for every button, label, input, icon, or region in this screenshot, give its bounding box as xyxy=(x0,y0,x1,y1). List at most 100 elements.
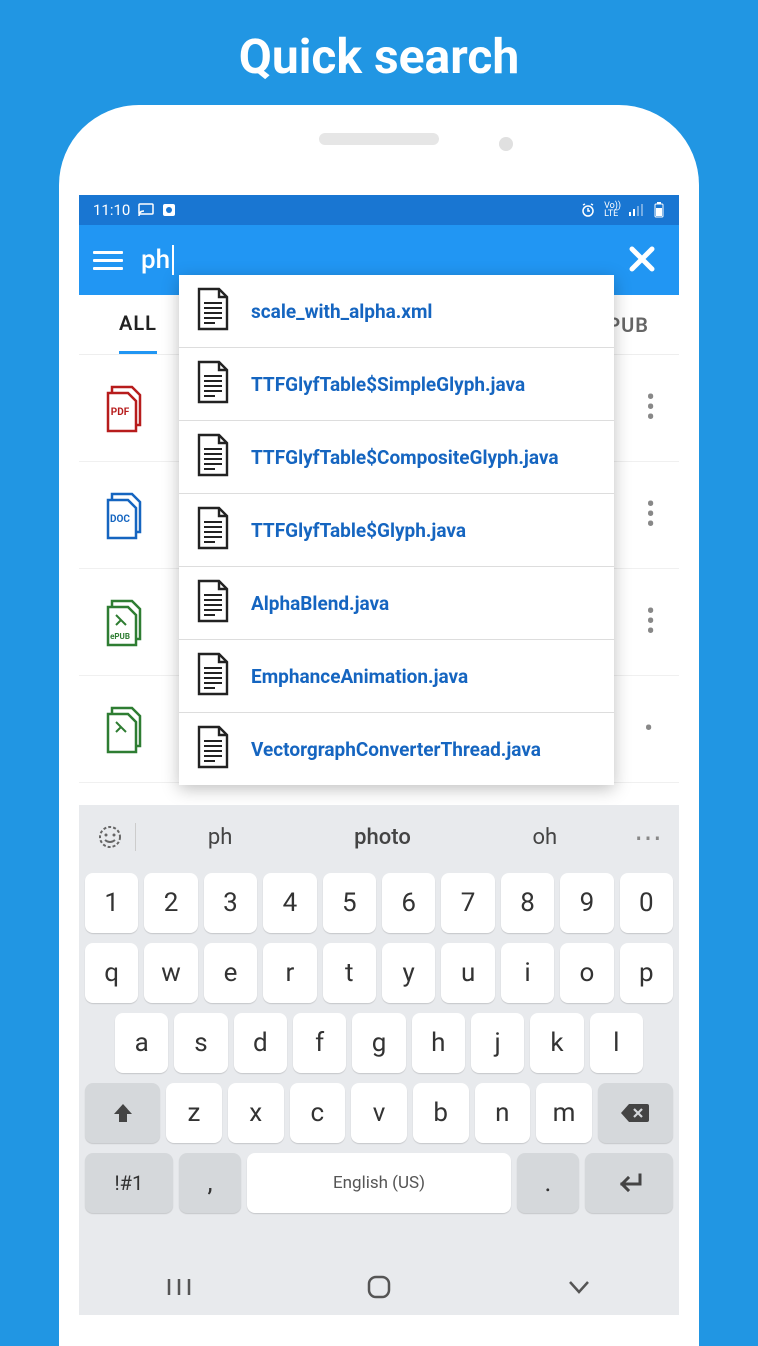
keyboard-suggestion[interactable]: photo xyxy=(304,825,460,850)
key-g[interactable]: g xyxy=(352,1013,405,1073)
key-e[interactable]: e xyxy=(204,943,257,1003)
menu-button[interactable] xyxy=(93,246,123,275)
symbols-key[interactable]: !#1 xyxy=(85,1153,173,1213)
key-f[interactable]: f xyxy=(293,1013,346,1073)
tab-all[interactable]: ALL xyxy=(119,311,157,354)
suggestion-label: TTFGlyfTable$SimpleGlyph.java xyxy=(251,373,525,396)
item-menu-button[interactable]: ••• xyxy=(646,499,655,531)
item-menu-button[interactable]: • xyxy=(644,725,655,733)
key-i[interactable]: i xyxy=(501,943,554,1003)
key-w[interactable]: w xyxy=(144,943,197,1003)
keyboard-more-icon[interactable]: ⋯ xyxy=(629,821,667,854)
key-a[interactable]: a xyxy=(115,1013,168,1073)
home-button[interactable] xyxy=(366,1274,392,1304)
key-l[interactable]: l xyxy=(590,1013,643,1073)
key-t[interactable]: t xyxy=(323,943,376,1003)
key-4[interactable]: 4 xyxy=(263,873,316,933)
comma-key[interactable]: , xyxy=(179,1153,242,1213)
enter-key[interactable] xyxy=(585,1153,673,1213)
document-icon xyxy=(195,287,235,335)
key-1[interactable]: 1 xyxy=(85,873,138,933)
document-icon xyxy=(195,433,235,481)
sticker-icon[interactable] xyxy=(91,824,129,850)
key-5[interactable]: 5 xyxy=(323,873,376,933)
suggestion-label: scale_with_alpha.xml xyxy=(251,300,432,323)
svg-text:DOC: DOC xyxy=(110,514,130,525)
suggestion-label: EmphanceAnimation.java xyxy=(251,665,468,688)
key-v[interactable]: v xyxy=(351,1083,407,1143)
key-6[interactable]: 6 xyxy=(382,873,435,933)
key-h[interactable]: h xyxy=(412,1013,465,1073)
key-9[interactable]: 9 xyxy=(560,873,613,933)
document-icon xyxy=(195,725,235,773)
status-time: 11:10 xyxy=(93,201,130,219)
key-m[interactable]: m xyxy=(536,1083,592,1143)
key-7[interactable]: 7 xyxy=(441,873,494,933)
key-j[interactable]: j xyxy=(471,1013,524,1073)
space-key[interactable]: English (US) xyxy=(247,1153,510,1213)
key-z[interactable]: z xyxy=(166,1083,222,1143)
phone-speaker xyxy=(319,133,439,145)
suggestion-item[interactable]: EmphanceAnimation.java xyxy=(179,640,614,713)
svg-text:PDF: PDF xyxy=(111,407,130,418)
key-n[interactable]: n xyxy=(475,1083,531,1143)
key-8[interactable]: 8 xyxy=(501,873,554,933)
key-s[interactable]: s xyxy=(174,1013,227,1073)
item-menu-button[interactable]: ••• xyxy=(646,392,655,424)
suggestion-item[interactable]: TTFGlyfTable$SimpleGlyph.java xyxy=(179,348,614,421)
suggestion-label: TTFGlyfTable$CompositeGlyph.java xyxy=(251,446,559,469)
document-icon xyxy=(195,506,235,554)
pdf-icon: PDF xyxy=(103,382,151,434)
signal-icon xyxy=(629,204,645,216)
key-o[interactable]: o xyxy=(560,943,613,1003)
document-icon xyxy=(195,652,235,700)
shift-key[interactable] xyxy=(85,1083,160,1143)
suggestion-label: VectorgraphConverterThread.java xyxy=(251,738,541,761)
item-menu-button[interactable]: ••• xyxy=(646,606,655,638)
key-2[interactable]: 2 xyxy=(144,873,197,933)
suggestion-item[interactable]: scale_with_alpha.xml xyxy=(179,275,614,348)
system-nav-bar xyxy=(79,1263,679,1315)
app-status-icon xyxy=(162,203,176,217)
key-p[interactable]: p xyxy=(620,943,673,1003)
search-value: ph xyxy=(141,245,174,275)
suggestion-item[interactable]: TTFGlyfTable$Glyph.java xyxy=(179,494,614,567)
key-b[interactable]: b xyxy=(413,1083,469,1143)
battery-icon xyxy=(653,202,665,218)
search-suggestions-dropdown: scale_with_alpha.xml TTFGlyfTable$Simple… xyxy=(179,275,614,785)
key-d[interactable]: d xyxy=(234,1013,287,1073)
recents-button[interactable] xyxy=(166,1277,192,1301)
volte-icon: Vo))LTE xyxy=(604,202,621,218)
back-button[interactable] xyxy=(566,1278,592,1300)
suggestion-label: TTFGlyfTable$Glyph.java xyxy=(251,519,466,542)
key-0[interactable]: 0 xyxy=(620,873,673,933)
key-r[interactable]: r xyxy=(263,943,316,1003)
keyboard-suggestion[interactable]: ph xyxy=(142,825,298,850)
svg-text:ePUB: ePUB xyxy=(110,632,130,641)
promo-title: Quick search xyxy=(0,0,758,105)
period-key[interactable]: . xyxy=(517,1153,580,1213)
divider xyxy=(135,823,136,851)
suggestion-item[interactable]: TTFGlyfTable$CompositeGlyph.java xyxy=(179,421,614,494)
key-q[interactable]: q xyxy=(85,943,138,1003)
suggestion-item[interactable]: VectorgraphConverterThread.java xyxy=(179,713,614,785)
key-u[interactable]: u xyxy=(441,943,494,1003)
search-input[interactable]: ph xyxy=(141,245,601,275)
key-c[interactable]: c xyxy=(290,1083,346,1143)
keyboard-suggestion[interactable]: oh xyxy=(467,825,623,850)
backspace-key[interactable] xyxy=(598,1083,673,1143)
document-icon xyxy=(195,579,235,627)
clear-search-button[interactable] xyxy=(619,237,665,284)
key-x[interactable]: x xyxy=(228,1083,284,1143)
cast-icon xyxy=(138,203,154,217)
status-bar: 11:10 Vo))LTE xyxy=(79,195,679,225)
epub-icon xyxy=(103,703,151,755)
key-y[interactable]: y xyxy=(382,943,435,1003)
keyboard-suggestion-bar: ph photo oh ⋯ xyxy=(79,805,679,869)
keyboard: ph photo oh ⋯ 1234567890 qwertyuiop asdf… xyxy=(79,805,679,1315)
key-3[interactable]: 3 xyxy=(204,873,257,933)
key-k[interactable]: k xyxy=(530,1013,583,1073)
phone-camera xyxy=(499,137,513,151)
suggestion-item[interactable]: AlphaBlend.java xyxy=(179,567,614,640)
screen: 11:10 Vo))LTE xyxy=(79,195,679,1315)
